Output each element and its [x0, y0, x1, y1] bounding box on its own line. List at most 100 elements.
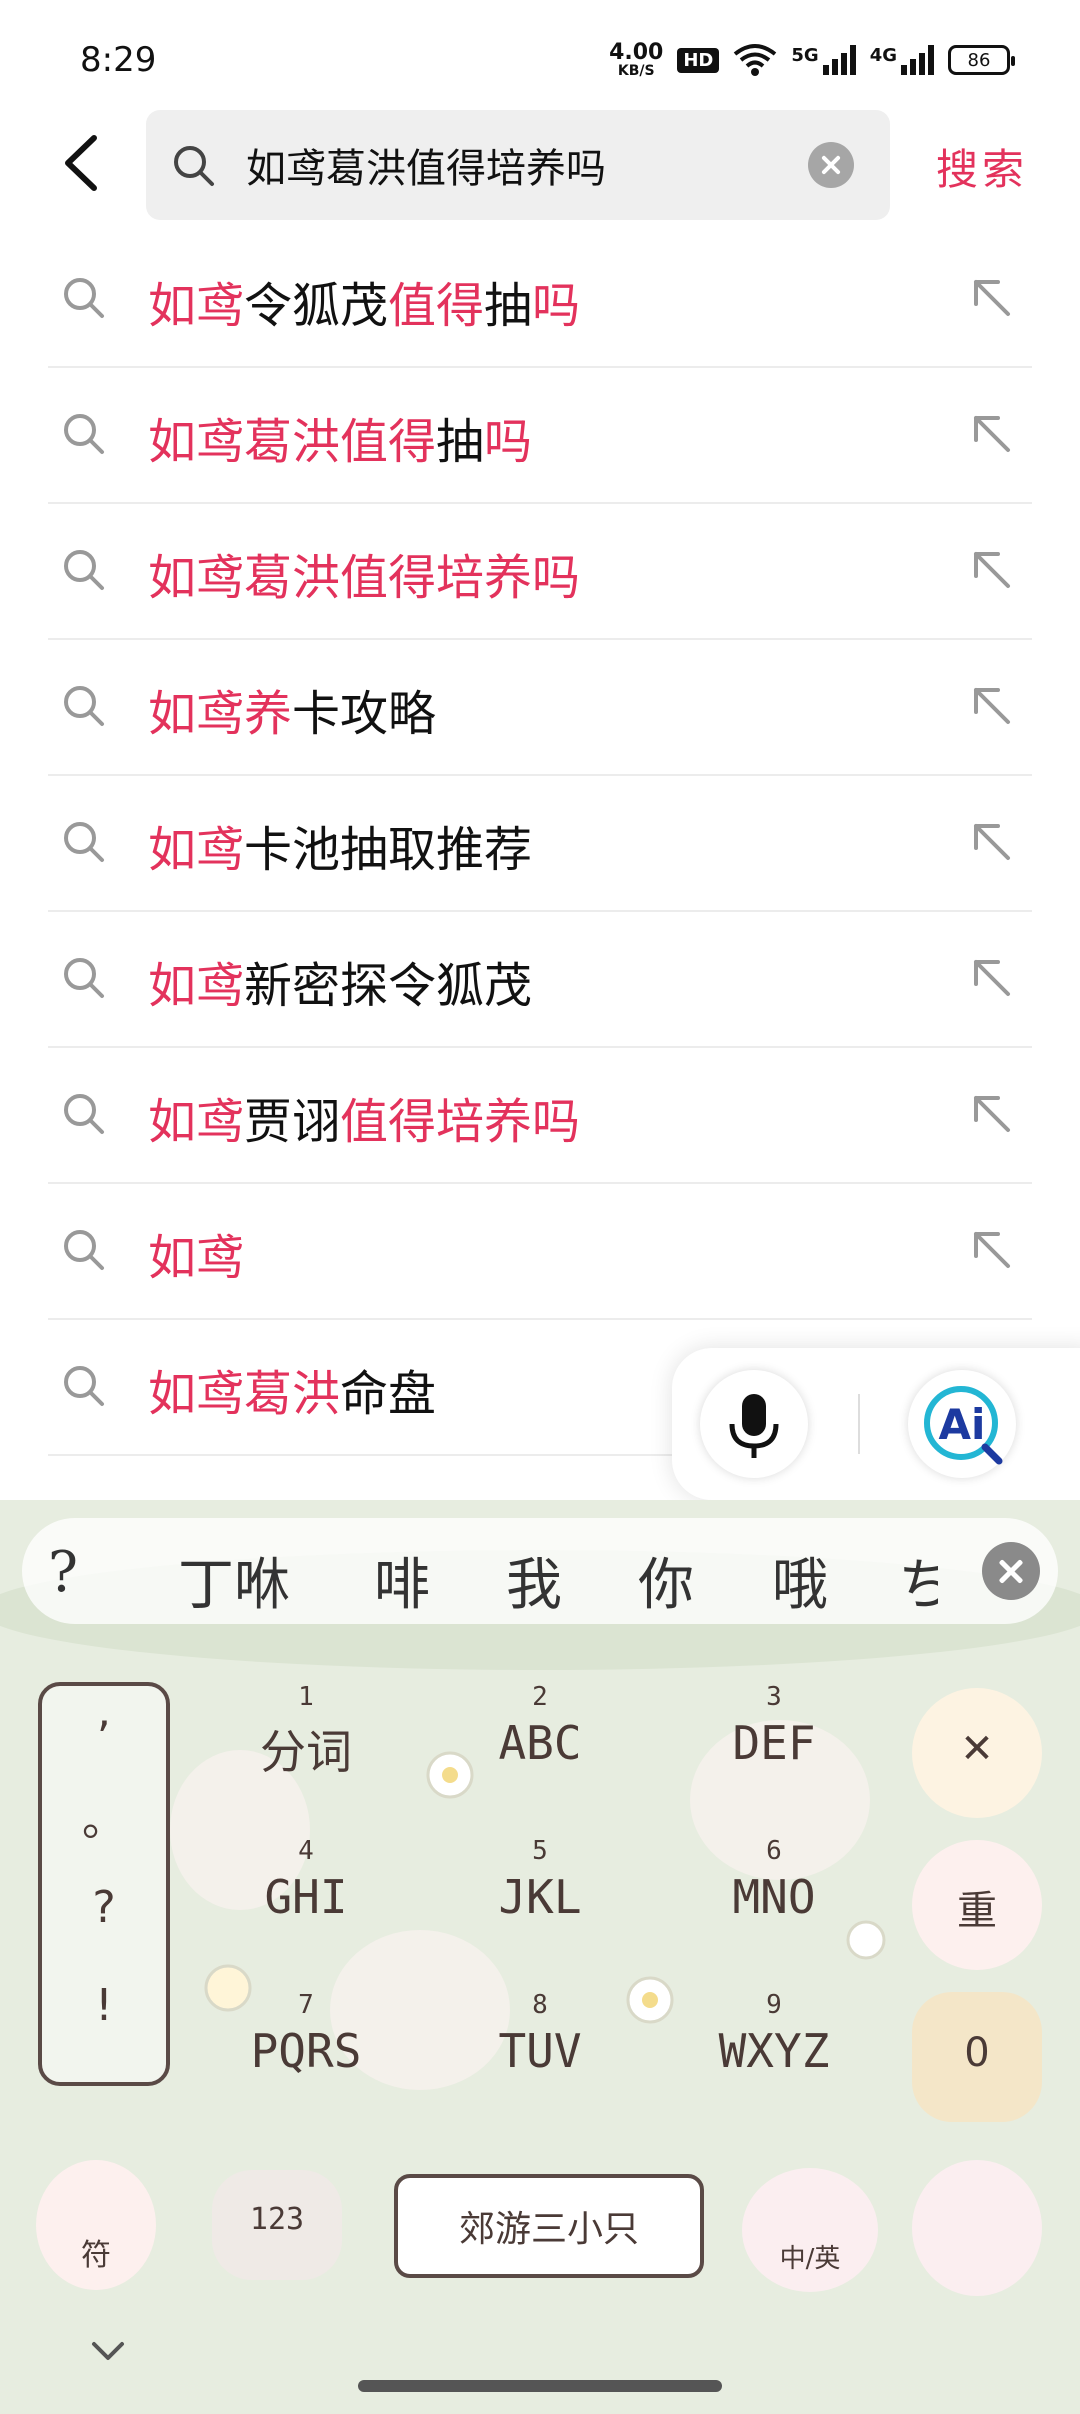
key-number: 9 — [766, 1990, 782, 2020]
voice-input-button[interactable] — [700, 1370, 808, 1478]
fill-query-arrow-icon[interactable] — [966, 952, 1018, 1004]
suggestion-item[interactable]: 如鸢新密探令狐茂 — [48, 912, 1032, 1048]
key-number: 7 — [298, 1990, 314, 2020]
candidate-bar: ? 丁咻 啡 我 你 哦 ち — [22, 1518, 1058, 1624]
key-label: DEF — [732, 1716, 816, 1770]
key-3[interactable]: 3 DEF — [674, 1682, 874, 1822]
suggestion-item[interactable]: 如鸢养卡攻略 — [48, 640, 1032, 776]
suggestion-item[interactable]: 如鸢令狐茂值得抽吗 — [48, 232, 1032, 368]
search-icon — [64, 1230, 104, 1270]
reset-key[interactable]: 重 — [912, 1840, 1042, 1970]
key-label: JKL — [498, 1870, 582, 1924]
suggestion-match-segment: 如鸢 — [148, 822, 245, 878]
fill-query-arrow-icon[interactable] — [966, 1224, 1018, 1276]
key-6[interactable]: 6 MNO — [674, 1836, 874, 1976]
candidate-word[interactable]: ち — [898, 1540, 938, 1621]
fill-query-arrow-icon[interactable] — [966, 1088, 1018, 1140]
numeric-key[interactable]: 123 — [212, 2170, 342, 2280]
key-7[interactable]: 7 PQRS — [206, 1990, 406, 2130]
enter-key[interactable] — [912, 2160, 1042, 2296]
key-9[interactable]: 9 WXYZ — [674, 1990, 874, 2130]
candidate-word[interactable]: 你 — [638, 1540, 694, 1621]
candidate-close-icon[interactable] — [982, 1542, 1040, 1600]
candidate-word[interactable]: 啡 — [374, 1540, 430, 1621]
status-indicators: 4.00 KB/S HD 5G 4G 86 — [609, 40, 1015, 80]
suggestion-segment: 令狐茂 — [244, 278, 389, 334]
candidate-word[interactable]: 我 — [506, 1540, 562, 1621]
search-button[interactable]: 搜索 — [936, 136, 1028, 197]
suggestion-match-segment: 吗 — [484, 414, 533, 470]
suggestion-match-segment: 如鸢葛洪 — [148, 1366, 341, 1422]
delete-key[interactable]: ✕ — [912, 1688, 1042, 1818]
punctuation-key[interactable]: 。 — [42, 1784, 166, 1848]
symbol-key-label: 符 — [81, 2238, 111, 2273]
fill-query-arrow-icon[interactable] — [966, 816, 1018, 868]
key-4[interactable]: 4 GHI — [206, 1836, 406, 1976]
punctuation-key[interactable]: , — [42, 1686, 166, 1737]
signal-bars-icon — [822, 45, 856, 75]
suggestion-item[interactable]: 如鸢贾诩值得培养吗 — [48, 1048, 1032, 1184]
home-indicator[interactable] — [358, 2380, 722, 2392]
suggestion-match-segment: 如鸢 — [148, 1094, 245, 1150]
candidate-word[interactable]: 哦 — [772, 1540, 828, 1621]
fill-query-arrow-icon[interactable] — [966, 680, 1018, 732]
search-icon — [64, 1366, 104, 1406]
language-switch-key[interactable]: 中/英 — [742, 2168, 878, 2292]
key-1[interactable]: 1 分词 — [206, 1682, 406, 1822]
signal-bars-icon — [901, 45, 934, 75]
search-icon — [64, 1094, 104, 1134]
punctuation-key[interactable]: ! — [42, 1980, 166, 2031]
suggestion-match-segment: 如鸢 — [148, 1230, 245, 1286]
key-8[interactable]: 8 TUV — [440, 1990, 640, 2130]
suggestion-text: 如鸢葛洪值得培养吗 — [148, 538, 580, 608]
search-box[interactable] — [146, 110, 890, 220]
key-label: PQRS — [250, 2024, 362, 2078]
candidate-word[interactable]: ? — [48, 1540, 78, 1605]
key-number: 4 — [298, 1836, 314, 1866]
fill-query-arrow-icon[interactable] — [966, 272, 1018, 324]
punctuation-column[interactable]: , 。 ? ! — [38, 1682, 170, 2086]
suggestion-item[interactable]: 如鸢卡池抽取推荐 — [48, 776, 1032, 912]
search-icon — [64, 958, 104, 998]
search-input[interactable] — [246, 132, 806, 198]
candidate-word[interactable]: 丁咻 — [178, 1540, 290, 1621]
suggestion-text: 如鸢葛洪命盘 — [148, 1354, 436, 1424]
back-arrow-icon[interactable] — [48, 128, 118, 198]
space-key[interactable]: 郊游三小只 — [394, 2174, 704, 2278]
suggestion-item[interactable]: 如鸢 — [48, 1184, 1032, 1320]
network-speed-unit: KB/S — [617, 63, 655, 79]
chevron-down-icon[interactable] — [86, 2328, 130, 2372]
panel-divider — [858, 1394, 860, 1454]
key-2[interactable]: 2 ABC — [440, 1682, 640, 1822]
suggestion-segment: 贾诩 — [244, 1094, 341, 1150]
symbol-key[interactable]: 符 — [36, 2160, 156, 2290]
key-label: ABC — [498, 1716, 582, 1770]
reset-label: 重 — [957, 1888, 997, 1934]
suggestion-segment: 卡池抽取推荐 — [244, 822, 533, 878]
language-switch-label: 中/英 — [779, 2244, 841, 2274]
signal-4g-label: 4G — [869, 45, 897, 66]
clear-icon[interactable] — [808, 142, 854, 188]
search-icon — [64, 550, 104, 590]
ai-search-button[interactable]: Ai — [908, 1370, 1016, 1478]
key-label: GHI — [264, 1870, 348, 1924]
fill-query-arrow-icon[interactable] — [966, 544, 1018, 596]
suggestion-text: 如鸢卡池抽取推荐 — [148, 810, 532, 880]
fill-query-arrow-icon[interactable] — [966, 408, 1018, 460]
search-icon — [174, 146, 214, 186]
key-label: TUV — [498, 2024, 582, 2078]
key-5[interactable]: 5 JKL — [440, 1836, 640, 1976]
key-label: WXYZ — [718, 2024, 830, 2078]
suggestion-match-segment: 吗 — [532, 278, 581, 334]
suggestion-item[interactable]: 如鸢葛洪值得培养吗 — [48, 504, 1032, 640]
punctuation-key[interactable]: ? — [42, 1882, 166, 1933]
suggestion-segment: 卡攻略 — [292, 686, 437, 742]
status-time: 8:29 — [80, 40, 157, 80]
zero-label: 0 — [964, 2030, 990, 2076]
key-label: MNO — [732, 1870, 816, 1924]
wifi-icon — [734, 44, 777, 76]
suggestion-segment: 抽 — [484, 278, 533, 334]
suggestion-item[interactable]: 如鸢葛洪值得抽吗 — [48, 368, 1032, 504]
search-icon — [64, 686, 104, 726]
zero-key[interactable]: 0 — [912, 1992, 1042, 2122]
